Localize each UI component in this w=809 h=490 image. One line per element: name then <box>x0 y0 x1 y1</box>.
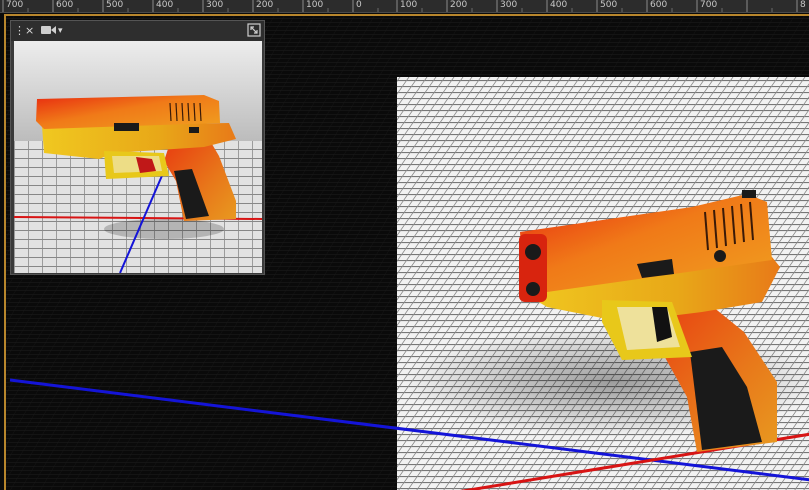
ruler-label: 700 <box>6 0 24 10</box>
ruler-label: 400 <box>156 0 174 10</box>
maximize-icon[interactable] <box>247 23 261 37</box>
ruler-label: 400 <box>550 0 568 10</box>
main-3d-viewport[interactable]: ⋮ × ▾ <box>4 14 809 490</box>
camera-icon[interactable] <box>41 24 57 38</box>
close-icon[interactable]: × <box>25 24 34 38</box>
ruler-label: 500 <box>106 0 124 10</box>
ruler-label: 100 <box>400 0 418 10</box>
ruler-label: 600 <box>650 0 668 10</box>
top-ruler[interactable]: 700 600 500 400 300 200 100 0 100 200 30… <box>0 0 809 13</box>
dropdown-arrow-icon[interactable]: ▾ <box>58 24 63 38</box>
camera-view-panel[interactable]: ⋮ × ▾ <box>10 20 265 275</box>
ruler-label: 300 <box>206 0 224 10</box>
ruler-label: 700 <box>700 0 718 10</box>
camera-scene <box>14 41 262 273</box>
camera-panel-header[interactable]: ⋮ × ▾ <box>11 21 264 41</box>
ruler-label: 200 <box>450 0 468 10</box>
ruler-label: 600 <box>56 0 74 10</box>
ruler-label: 100 <box>306 0 324 10</box>
camera-view-render[interactable] <box>14 41 262 273</box>
ruler-label: 200 <box>256 0 274 10</box>
ruler-label: 500 <box>600 0 618 10</box>
ruler-label: 300 <box>500 0 518 10</box>
drag-handle-icon[interactable]: ⋮ <box>14 24 25 38</box>
ruler-label: 8 <box>800 0 806 10</box>
ruler-label: 0 <box>356 0 362 10</box>
